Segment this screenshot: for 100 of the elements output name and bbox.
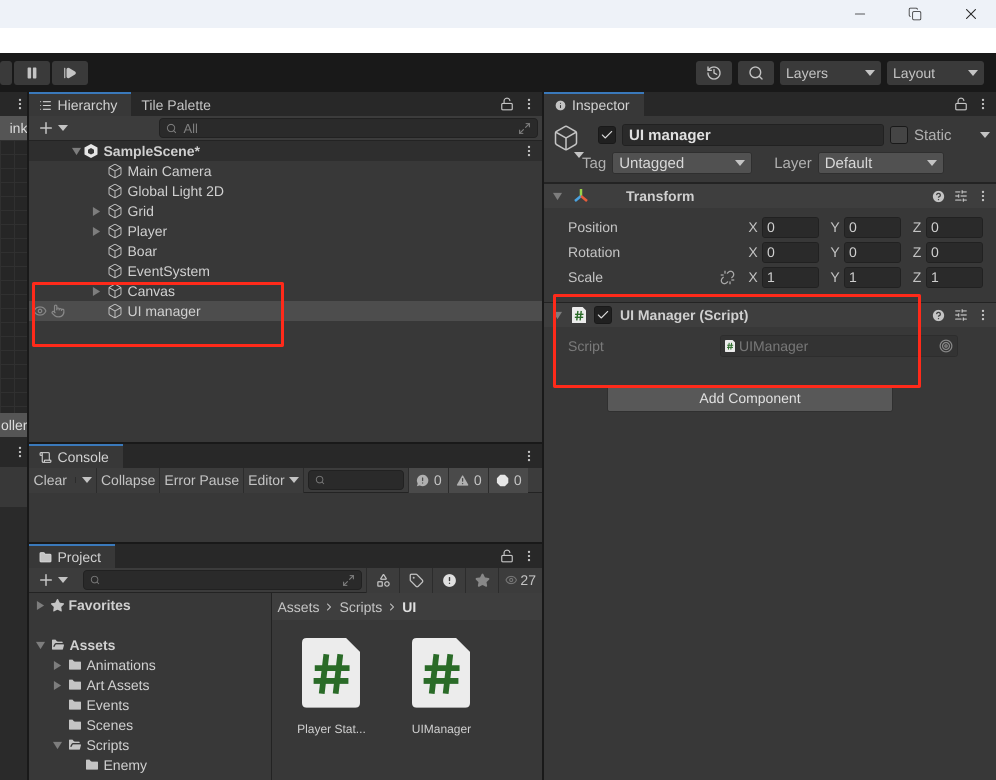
lock-icon[interactable] (500, 549, 514, 563)
panel-tab[interactable]: Hierarchy (29, 92, 132, 116)
console-button[interactable]: Collapse (96, 468, 160, 492)
search-field[interactable] (308, 470, 404, 490)
panel-tab[interactable]: Inspector (544, 92, 644, 116)
layout-dropdown[interactable]: Layout (887, 60, 984, 84)
toolbar-label[interactable]: oller (0, 413, 28, 437)
tree-item[interactable]: Animations (86, 657, 156, 673)
alert-icon (440, 572, 458, 588)
collapsed-arrow-icon[interactable] (92, 226, 101, 236)
axis-label: X (747, 244, 759, 260)
active-checkbox[interactable] (598, 126, 616, 144)
filter-log-button[interactable] (432, 568, 465, 592)
number-field[interactable]: 0 (762, 242, 819, 262)
expanded-arrow-icon[interactable] (52, 740, 62, 750)
message-icon (414, 472, 430, 488)
name-field[interactable]: UI manager (622, 124, 884, 146)
collapsed-arrow-icon[interactable] (36, 600, 45, 610)
search-field[interactable] (83, 570, 362, 590)
number-field[interactable]: 1 (762, 266, 819, 288)
hierarchy-row[interactable]: EventSystem (29, 261, 542, 281)
static-checkbox[interactable] (890, 126, 908, 144)
caret-icon (288, 477, 299, 483)
tree-item[interactable]: Art Assets (86, 677, 150, 693)
search-field[interactable]: All (159, 118, 538, 138)
component-header[interactable]: Transform (544, 183, 996, 208)
number-field[interactable]: 0 (844, 242, 901, 262)
number-field[interactable]: 1 (926, 266, 983, 288)
count-button[interactable]: 0 (488, 468, 528, 492)
tree-item[interactable]: Scripts (86, 737, 130, 753)
hierarchy-row[interactable]: Global Light 2D (29, 181, 542, 201)
hierarchy-row[interactable]: Player (29, 221, 542, 241)
number-field[interactable]: 0 (926, 242, 983, 262)
help-icon[interactable] (931, 308, 946, 322)
panel-tab[interactable]: Tile Palette (131, 92, 225, 116)
help-icon[interactable] (931, 188, 946, 204)
tree-item[interactable]: Assets (69, 637, 116, 653)
cube-icon[interactable] (552, 124, 580, 152)
panel-tab[interactable]: Console (29, 444, 123, 468)
list-icon (39, 98, 52, 112)
filter-type-button[interactable] (366, 568, 399, 592)
visibility-button[interactable]: 27 (498, 568, 542, 592)
step-button[interactable] (52, 60, 88, 84)
count-button[interactable]: 0 (408, 468, 448, 492)
pause-button[interactable] (14, 60, 50, 84)
hierarchy-row[interactable]: Grid (29, 201, 542, 221)
presets-icon[interactable] (954, 189, 968, 203)
file-name[interactable]: UIManager (412, 722, 472, 736)
expanded-arrow-icon[interactable] (36, 640, 45, 650)
number-field[interactable]: 1 (844, 266, 901, 288)
shapes-icon (376, 572, 390, 588)
number-field[interactable]: 0 (926, 216, 983, 238)
breadcrumb-item[interactable]: Scripts (339, 598, 382, 614)
property-label: Script (568, 338, 605, 354)
collapsed-arrow-icon[interactable] (52, 680, 62, 690)
breadcrumb-item[interactable]: Assets (277, 598, 320, 614)
hierarchy-row[interactable]: UI manager (29, 301, 542, 321)
tag-icon (408, 572, 424, 588)
layer-dropdown[interactable]: Default (818, 152, 944, 174)
number-field[interactable]: 0 (844, 216, 901, 238)
lock-icon[interactable] (500, 97, 514, 111)
unlinked-icon[interactable] (720, 270, 735, 284)
restore-icon[interactable] (908, 7, 922, 21)
hierarchy-row[interactable]: Canvas (29, 281, 542, 301)
file-name[interactable]: Player Stat... (297, 722, 366, 736)
tree-item[interactable]: Scenes (86, 717, 134, 733)
enabled-checkbox[interactable] (594, 306, 612, 324)
search-icon (314, 475, 325, 485)
console-button[interactable]: Clear (29, 468, 97, 492)
breadcrumb-item[interactable]: UI (402, 598, 416, 614)
expand-icon (518, 122, 531, 134)
lock-icon[interactable] (954, 97, 968, 111)
search-button[interactable] (738, 60, 774, 84)
layers-dropdown[interactable]: Layers (780, 60, 881, 84)
tree-item[interactable]: Events (86, 697, 130, 713)
cube-icon (107, 283, 124, 299)
collapsed-arrow-icon[interactable] (52, 660, 62, 670)
hierarchy-row[interactable]: Main Camera (29, 161, 542, 181)
toolbar-label[interactable]: ink (0, 116, 28, 140)
caret-icon (58, 125, 68, 131)
hierarchy-row[interactable]: Boar (29, 241, 542, 261)
scene-name[interactable]: SampleScene* (103, 143, 200, 159)
tree-item[interactable]: Enemy (103, 757, 148, 773)
count-button[interactable]: 0 (448, 468, 488, 492)
expanded-arrow-icon[interactable] (72, 146, 81, 156)
collapsed-arrow-icon[interactable] (92, 206, 101, 216)
console-button[interactable]: Editor (244, 468, 304, 492)
panel-tab[interactable]: Project (29, 544, 116, 568)
filter-label-button[interactable] (399, 568, 432, 592)
expanded-arrow-icon[interactable] (552, 192, 562, 200)
component-header[interactable]: UI Manager (Script) (544, 302, 996, 327)
history-button[interactable] (696, 60, 732, 84)
tag-label: Tag (582, 154, 606, 172)
console-button[interactable]: Error Pause (160, 468, 244, 492)
presets-icon[interactable] (954, 308, 968, 322)
favorite-button[interactable] (465, 568, 498, 592)
tree-item[interactable]: Favorites (68, 597, 131, 613)
number-field[interactable]: 0 (762, 216, 819, 238)
tag-dropdown[interactable]: Untagged (612, 152, 752, 174)
collapsed-arrow-icon[interactable] (92, 286, 101, 296)
